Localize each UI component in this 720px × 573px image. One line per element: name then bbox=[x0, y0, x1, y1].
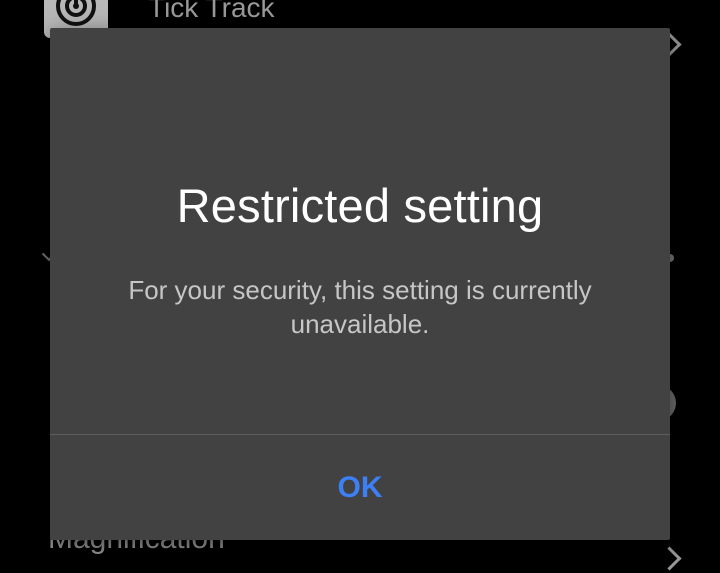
dialog-message: For your security, this setting is curre… bbox=[128, 275, 592, 339]
radar-icon bbox=[56, 0, 96, 26]
dialog-title: Restricted setting bbox=[176, 179, 544, 232]
background-item-title: Tick Track bbox=[148, 0, 275, 23]
ok-button[interactable]: OK bbox=[50, 435, 670, 540]
restricted-setting-dialog: Restricted setting For your security, th… bbox=[50, 28, 670, 540]
screen: Tick Track Magnification Restricted sett… bbox=[0, 0, 720, 573]
chevron-right-icon bbox=[657, 546, 682, 571]
